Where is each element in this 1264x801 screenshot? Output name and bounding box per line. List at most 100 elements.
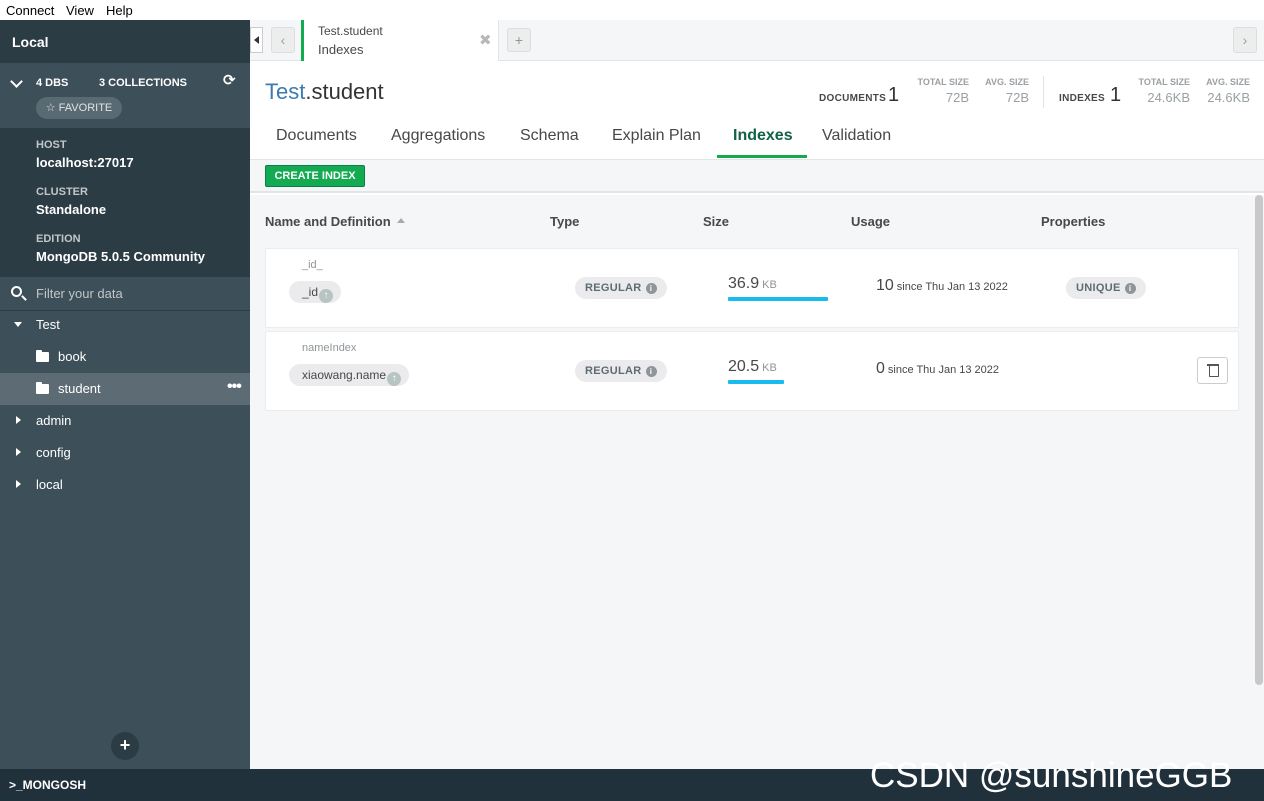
documents-count: 1	[888, 84, 900, 106]
doc-avg-size-label: AVG. SIZE	[985, 77, 1029, 87]
tab-scroll-left-button[interactable]: ‹	[271, 27, 295, 53]
menu-bar: Connect View Help	[0, 0, 1264, 20]
index-key: _id ↑	[289, 281, 342, 303]
tab-schema[interactable]: Schema	[520, 127, 579, 145]
indexes-table: Name and Definition Type Size Usage Prop…	[250, 195, 1264, 769]
tab-namespace: Test.student	[318, 24, 383, 38]
menu-help[interactable]: Help	[106, 3, 133, 18]
search-icon	[11, 286, 22, 297]
column-header-type[interactable]: Type	[550, 214, 579, 229]
edition-label: EDITION	[36, 233, 81, 245]
caret-right-icon	[16, 480, 21, 488]
info-icon[interactable]: i	[645, 283, 657, 294]
delete-index-button[interactable]	[1197, 357, 1228, 384]
refresh-icon[interactable]: ⟳	[223, 73, 237, 88]
index-size: 36.9 KB	[728, 275, 777, 293]
size-value: 20.5	[728, 358, 760, 375]
caret-right-icon	[16, 448, 21, 456]
connection-title: Local	[12, 34, 49, 50]
index-key: xiaowang.name ↑	[289, 364, 410, 386]
caret-down-icon	[14, 322, 22, 327]
close-icon[interactable]: ✖	[479, 31, 492, 49]
filter-input[interactable]: Filter your data	[0, 277, 250, 311]
dbs-count: 4 DBS	[36, 77, 69, 89]
favorite-button[interactable]: ☆ FAVORITE	[36, 97, 122, 119]
usage-count: 0	[876, 360, 885, 377]
tab-validation[interactable]: Validation	[822, 127, 891, 145]
doc-avg-size: 72B	[1005, 90, 1029, 105]
usage-since: since Thu Jan 13 2022	[887, 364, 1000, 376]
indexes-toolbar: CREATE INDEX	[250, 160, 1264, 193]
chevron-down-icon[interactable]	[10, 75, 23, 88]
sidebar-item-config[interactable]: config	[0, 437, 250, 469]
tab-subtitle: Indexes	[318, 42, 364, 57]
index-usage: 10 since Thu Jan 13 2022	[876, 277, 1008, 295]
size-bar	[728, 380, 784, 384]
sidebar-title-bar[interactable]: Local	[0, 20, 250, 63]
menu-connect[interactable]: Connect	[6, 3, 54, 18]
column-header-name[interactable]: Name and Definition	[265, 214, 405, 229]
column-header-size[interactable]: Size	[703, 214, 729, 229]
collections-count: 3 COLLECTIONS	[99, 77, 188, 89]
sidebar-item-book[interactable]: book	[0, 341, 250, 373]
table-row: nameIndex xiaowang.name ↑ REGULAR i 20.5 KB…	[265, 331, 1239, 411]
usage-count: 10	[876, 277, 894, 294]
tab-documents[interactable]: Documents	[276, 127, 357, 145]
doc-total-size-label: TOTAL SIZE	[917, 77, 969, 87]
watermark: CSDN @sunshineGGB	[870, 756, 1233, 795]
db-label: admin	[36, 413, 72, 428]
active-tab-indicator	[717, 155, 807, 158]
index-key-label: xiaowang.name	[302, 368, 387, 382]
db-label: config	[36, 445, 71, 460]
arrow-up-icon: ↑	[319, 289, 334, 303]
instance-info: HOST localhost:27017 CLUSTER Standalone …	[0, 128, 250, 277]
collection-label: student	[58, 381, 101, 396]
instance-stats: 4 DBS 3 COLLECTIONS ⟳ ☆ FAVORITE	[0, 63, 250, 128]
idx-avg-size-label: AVG. SIZE	[1206, 77, 1250, 87]
collection-label: book	[58, 349, 87, 364]
new-tab-button[interactable]: +	[507, 28, 531, 52]
tab-test-student[interactable]: Test.student Indexes ✖	[301, 20, 499, 61]
info-icon[interactable]: i	[645, 366, 657, 377]
host-value: localhost:27017	[36, 155, 134, 170]
collection-header: Test.student DOCUMENTS 1 TOTAL SIZE 72B …	[250, 61, 1264, 160]
index-name: _id_	[302, 259, 323, 271]
property-badge: UNIQUE i	[1066, 277, 1146, 299]
indexes-label: INDEXES	[1059, 93, 1106, 104]
sidebar-item-test[interactable]: Test	[0, 309, 250, 341]
sidebar-item-student[interactable]: student •••	[0, 373, 250, 405]
scrollbar[interactable]	[1255, 195, 1263, 685]
more-options-icon[interactable]: •••	[227, 378, 242, 396]
column-header-properties[interactable]: Properties	[1041, 214, 1105, 229]
folder-icon	[36, 350, 49, 362]
idx-total-size-label: TOTAL SIZE	[1138, 77, 1190, 87]
stats-divider	[1043, 76, 1044, 108]
tab-explain-plan[interactable]: Explain Plan	[612, 127, 701, 145]
filter-placeholder: Filter your data	[36, 286, 123, 301]
tab-aggregations[interactable]: Aggregations	[391, 127, 485, 145]
size-unit: KB	[762, 362, 777, 374]
table-row: _id_ _id ↑ REGULAR i 36.9 KB 10 since Thu Ja…	[265, 248, 1239, 328]
mongosh-label: >_MONGOSH	[9, 778, 87, 792]
create-index-button[interactable]: CREATE INDEX	[265, 165, 365, 187]
cluster-label: CLUSTER	[36, 186, 88, 198]
property-label: UNIQUE	[1076, 282, 1121, 294]
db-label: Test	[36, 317, 60, 332]
menu-view[interactable]: View	[66, 3, 94, 18]
db-name[interactable]: Test	[265, 79, 305, 104]
sidebar-item-local[interactable]: local	[0, 469, 250, 501]
tab-scroll-right-button[interactable]: ›	[1233, 27, 1257, 53]
info-icon[interactable]: i	[1124, 283, 1136, 294]
size-bar	[728, 297, 828, 301]
size-value: 36.9	[728, 275, 760, 292]
index-name: nameIndex	[302, 342, 357, 354]
usage-since: since Thu Jan 13 2022	[896, 281, 1008, 293]
caret-right-icon	[16, 416, 21, 424]
sidebar-item-admin[interactable]: admin	[0, 405, 250, 437]
page-title: Test.student	[265, 79, 384, 105]
index-key-label: _id	[302, 285, 319, 299]
add-database-button[interactable]: +	[111, 732, 139, 760]
collapse-sidebar-button[interactable]	[250, 27, 263, 53]
column-header-usage[interactable]: Usage	[851, 214, 890, 229]
tab-indexes[interactable]: Indexes	[733, 127, 793, 145]
